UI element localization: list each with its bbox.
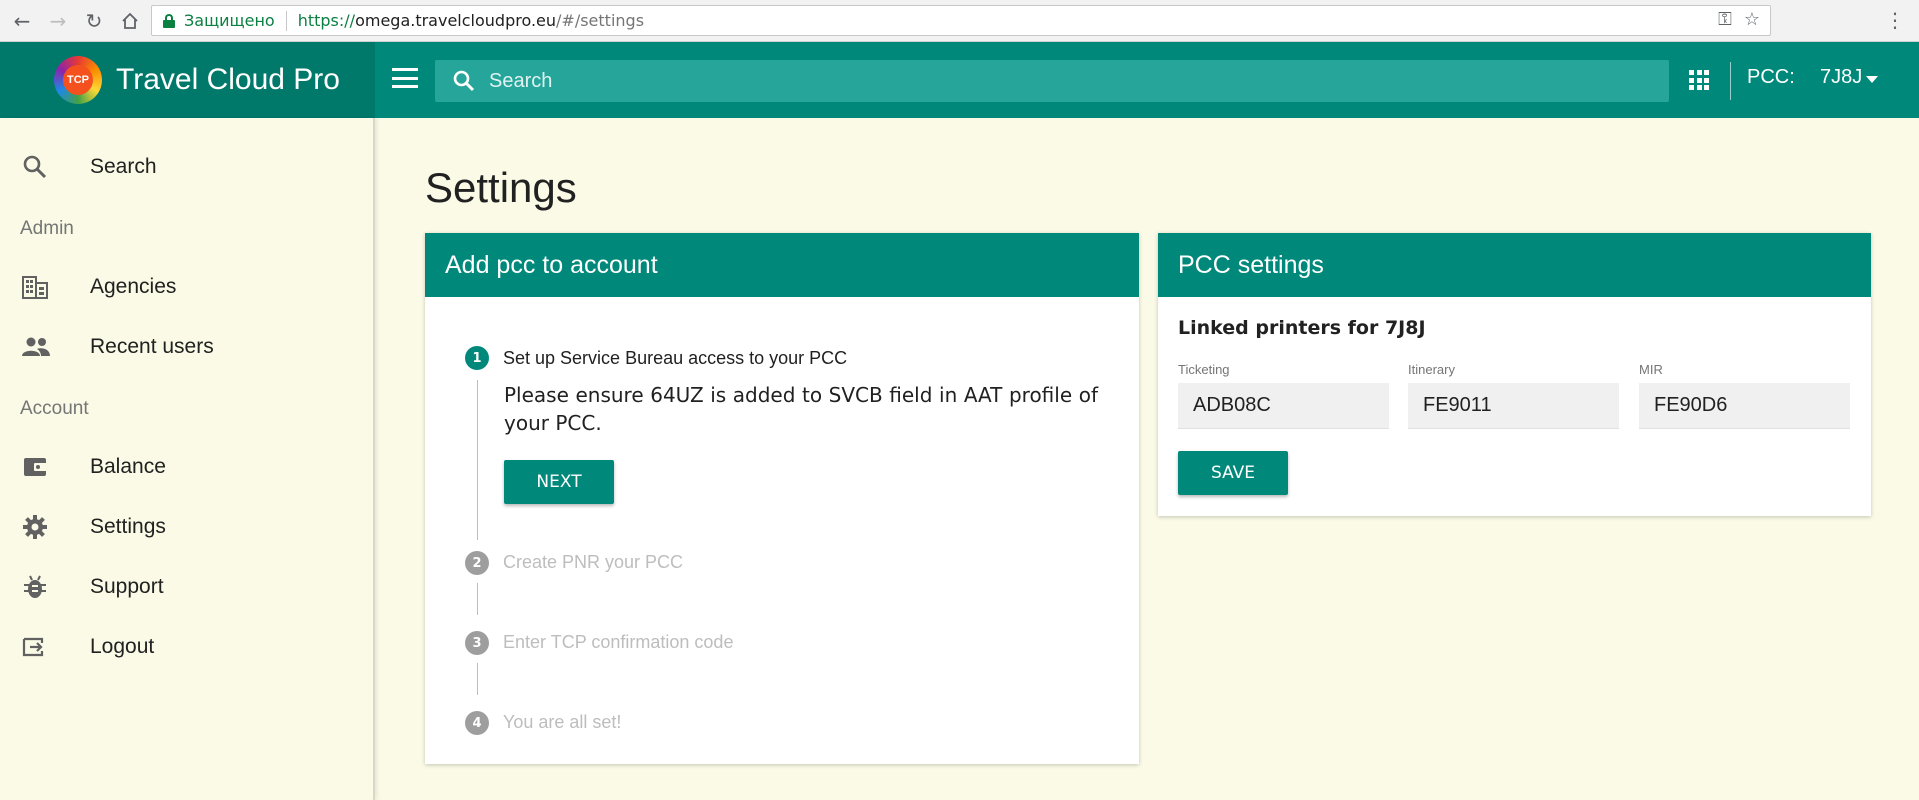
add-pcc-card-title: Add pcc to account (425, 233, 1139, 297)
url-path: /#/settings (556, 11, 645, 30)
mir-label: MIR (1639, 362, 1663, 377)
secure-label: Защищено (184, 11, 275, 30)
sidebar: Search Admin Agencies Recent users Accou… (0, 118, 375, 800)
bug-icon (22, 574, 48, 600)
url-text[interactable]: https://omega.travelcloudpro.eu/#/settin… (298, 11, 644, 30)
tcp-logo-icon: TCP (54, 56, 102, 104)
pcc-settings-card: PCC settings Linked printers for 7J8J Ti… (1158, 233, 1871, 516)
header-search[interactable] (435, 60, 1669, 102)
step-1-circle: 1 (465, 346, 489, 370)
step-2-title[interactable]: Create PNR your PCC (503, 552, 683, 573)
gear-icon (22, 514, 48, 540)
step-1-body: Please ensure 64UZ is added to SVCB fiel… (504, 383, 1098, 435)
ticketing-field[interactable] (1178, 383, 1389, 429)
search-icon (22, 154, 48, 180)
brand[interactable]: TCP Travel Cloud Pro (0, 42, 375, 118)
browser-toolbar: ← → ↻ Защищено https://omega.travelcloud… (0, 0, 1919, 42)
sidebar-item-balance[interactable]: Balance (0, 439, 373, 495)
sidebar-item-agencies[interactable]: Agencies (0, 259, 373, 315)
step-1-title[interactable]: Set up Service Bureau access to your PCC (503, 348, 847, 369)
add-pcc-card: Add pcc to account 1 Set up Service Bure… (425, 233, 1139, 764)
itinerary-field[interactable] (1408, 383, 1619, 429)
sidebar-item-label: Agencies (90, 275, 177, 298)
sidebar-item-label: Logout (90, 635, 155, 658)
mir-field[interactable] (1639, 383, 1850, 429)
back-icon[interactable]: ← (8, 7, 36, 35)
sidebar-section-account: Account (20, 398, 89, 419)
step-2-circle: 2 (465, 551, 489, 575)
star-icon[interactable]: ☆ (1744, 9, 1760, 30)
browser-menu-icon[interactable]: ⋮ (1885, 8, 1905, 32)
url-host: omega.travelcloudpro.eu (355, 11, 557, 30)
search-input[interactable] (489, 69, 1589, 93)
apps-grid-icon[interactable] (1689, 70, 1709, 90)
sidebar-item-label: Support (90, 575, 164, 598)
key-icon[interactable]: ⚿ (1718, 9, 1732, 30)
logout-icon (22, 634, 48, 660)
step-3-circle: 3 (465, 631, 489, 655)
page-title: Settings (425, 164, 577, 211)
search-icon (453, 70, 475, 92)
sidebar-item-search[interactable]: Search (0, 139, 373, 195)
home-icon[interactable] (116, 7, 144, 35)
building-icon (22, 274, 48, 300)
forward-icon[interactable]: → (44, 7, 72, 35)
pcc-label: PCC: (1747, 66, 1795, 88)
logo-text: TCP (63, 65, 93, 95)
caret-down-icon[interactable] (1866, 76, 1878, 83)
sidebar-item-support[interactable]: Support (0, 559, 373, 615)
header-divider (1730, 62, 1731, 100)
app-header: TCP Travel Cloud Pro PCC: 7J8J (0, 42, 1919, 118)
omnibox-divider (285, 10, 287, 31)
step-4-title[interactable]: You are all set! (503, 712, 621, 733)
sidebar-item-settings[interactable]: Settings (0, 499, 373, 555)
sidebar-item-label: Recent users (90, 335, 214, 358)
address-bar[interactable]: Защищено https://omega.travelcloudpro.eu… (151, 5, 1771, 36)
step-connector (477, 380, 478, 540)
step-connector (477, 583, 478, 615)
menu-icon[interactable] (392, 68, 418, 88)
ticketing-label: Ticketing (1178, 362, 1230, 377)
sidebar-section-admin: Admin (20, 218, 74, 239)
lock-icon (163, 13, 175, 28)
brand-name: Travel Cloud Pro (116, 63, 340, 96)
itinerary-label: Itinerary (1408, 362, 1455, 377)
sidebar-item-label: Balance (90, 455, 166, 478)
people-icon (22, 334, 50, 360)
sidebar-item-logout[interactable]: Logout (0, 619, 373, 675)
save-button[interactable]: SAVE (1178, 451, 1288, 495)
sidebar-item-label: Search (90, 155, 157, 178)
sidebar-item-recent-users[interactable]: Recent users (0, 319, 373, 375)
pcc-settings-card-title: PCC settings (1158, 233, 1871, 297)
step-4-circle: 4 (465, 711, 489, 735)
sidebar-item-label: Settings (90, 515, 166, 538)
reload-icon[interactable]: ↻ (80, 7, 108, 35)
wallet-icon (22, 454, 48, 480)
step-3-title[interactable]: Enter TCP confirmation code (503, 632, 733, 653)
next-button[interactable]: NEXT (504, 460, 614, 504)
pcc-selector[interactable]: 7J8J (1820, 66, 1862, 89)
url-scheme: https:// (297, 11, 356, 30)
step-connector (477, 663, 478, 695)
linked-printers-title: Linked printers for 7J8J (1178, 317, 1426, 339)
